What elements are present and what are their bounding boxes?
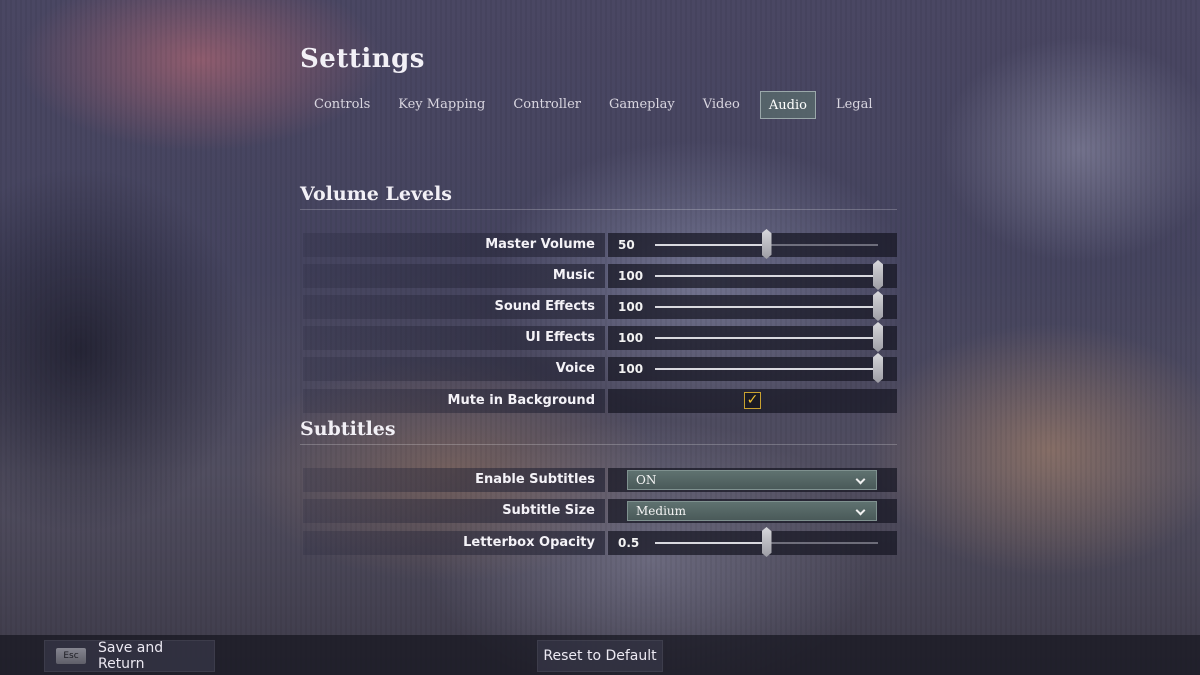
slider-thumb[interactable]: [873, 260, 883, 290]
setting-label: Letterbox Opacity: [303, 531, 605, 555]
section-title-subtitles: Subtitles: [300, 418, 897, 445]
setting-label: Master Volume: [303, 233, 605, 257]
sound-effects-volume-slider[interactable]: [655, 291, 883, 321]
checkmark-icon: ✓: [746, 392, 759, 408]
music-volume-control: 100: [608, 260, 897, 290]
setting-row-music: Music 100: [303, 260, 897, 290]
reset-to-default-button[interactable]: Reset to Default: [537, 640, 663, 672]
slider-fill: [655, 368, 878, 370]
ui-effects-volume-control: 100: [608, 322, 897, 352]
chevron-down-icon: [855, 474, 866, 485]
letterbox-opacity-slider[interactable]: [655, 527, 878, 557]
slider-value: 100: [618, 300, 644, 314]
settings-tabs: Controls Key Mapping Controller Gameplay…: [300, 90, 887, 120]
slider-fill: [655, 542, 767, 544]
slider-value: 100: [618, 269, 644, 283]
slider-value: 100: [618, 331, 644, 345]
mute-in-background-control: ✓: [608, 389, 897, 413]
esc-key-badge: Esc: [56, 648, 86, 664]
slider-thumb[interactable]: [761, 527, 772, 557]
setting-label: Voice: [303, 357, 605, 381]
setting-label: UI Effects: [303, 326, 605, 350]
setting-row-sound-effects: Sound Effects 100: [303, 291, 897, 321]
setting-row-voice: Voice 100: [303, 353, 897, 383]
setting-row-master-volume: Master Volume 50: [303, 229, 897, 259]
slider-value: 50: [618, 238, 635, 252]
reset-to-default-label: Reset to Default: [543, 648, 657, 664]
setting-row-ui-effects: UI Effects 100: [303, 322, 897, 352]
setting-row-subtitle-size: Subtitle Size Medium: [303, 499, 897, 523]
slider-value: 0.5: [618, 536, 640, 550]
slider-thumb[interactable]: [761, 229, 772, 259]
dropdown-value: Medium: [636, 504, 687, 518]
subtitle-size-dropdown[interactable]: Medium: [627, 501, 877, 521]
slider-fill: [655, 244, 767, 246]
master-volume-control: 50: [608, 229, 897, 259]
setting-label: Enable Subtitles: [303, 468, 605, 492]
slider-value: 100: [618, 362, 644, 376]
subtitle-size-control: Medium: [608, 499, 897, 523]
tab-video[interactable]: Video: [689, 91, 754, 119]
music-volume-slider[interactable]: [655, 260, 883, 290]
tab-legal[interactable]: Legal: [822, 91, 887, 119]
save-and-return-label: Save and Return: [97, 640, 164, 672]
footer-bar: Esc Save and Return Reset to Default: [0, 635, 1200, 675]
voice-volume-slider[interactable]: [655, 353, 883, 383]
page-title: Settings: [300, 44, 425, 74]
chevron-down-icon: [855, 505, 866, 516]
dropdown-value: ON: [636, 473, 657, 487]
letterbox-opacity-control: 0.5: [608, 527, 897, 557]
setting-label: Sound Effects: [303, 295, 605, 319]
tab-controller[interactable]: Controller: [499, 91, 595, 119]
slider-fill: [655, 306, 878, 308]
tab-controls[interactable]: Controls: [300, 91, 384, 119]
save-and-return-button[interactable]: Esc Save and Return: [44, 640, 215, 672]
setting-row-enable-subtitles: Enable Subtitles ON: [303, 468, 897, 492]
sound-effects-volume-control: 100: [608, 291, 897, 321]
setting-label: Subtitle Size: [303, 499, 605, 523]
section-title-volume-levels: Volume Levels: [300, 183, 897, 210]
enable-subtitles-control: ON: [608, 468, 897, 492]
tab-audio[interactable]: Audio: [759, 91, 816, 119]
enable-subtitles-dropdown[interactable]: ON: [627, 470, 877, 490]
slider-thumb[interactable]: [873, 353, 883, 383]
slider-fill: [655, 275, 878, 277]
slider-fill: [655, 337, 878, 339]
voice-volume-control: 100: [608, 353, 897, 383]
tab-key-mapping[interactable]: Key Mapping: [384, 91, 499, 119]
mute-in-background-checkbox[interactable]: ✓: [744, 392, 761, 409]
ui-effects-volume-slider[interactable]: [655, 322, 883, 352]
tab-gameplay[interactable]: Gameplay: [595, 91, 689, 119]
slider-thumb[interactable]: [873, 291, 883, 321]
master-volume-slider[interactable]: [655, 229, 878, 259]
setting-row-mute-in-background: Mute in Background ✓: [303, 389, 897, 413]
setting-label: Mute in Background: [303, 389, 605, 413]
slider-thumb[interactable]: [873, 322, 883, 352]
setting-row-letterbox-opacity: Letterbox Opacity 0.5: [303, 527, 897, 557]
setting-label: Music: [303, 264, 605, 288]
